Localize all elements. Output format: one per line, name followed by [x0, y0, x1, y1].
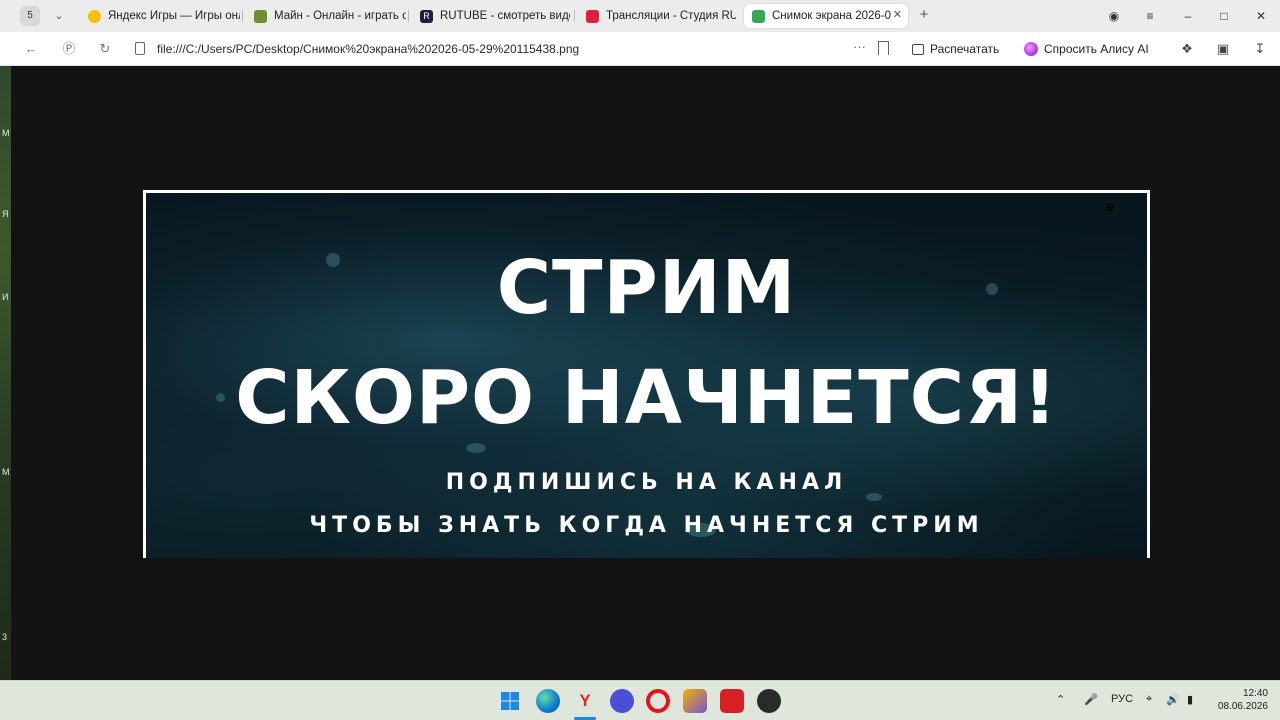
printer-icon [912, 43, 924, 55]
collections-icon[interactable]: ▣ [1212, 39, 1234, 59]
banner-title-line2: СКОРО НАЧНЕТСЯ! [235, 355, 1058, 441]
yandex-home-icon[interactable]: Ⓟ [58, 39, 80, 59]
banner-subtitle-line2: ЧТОБЫ ЗНАТЬ КОГДА НАЧНЕТСЯ СТРИМ [309, 513, 984, 538]
rutube-favicon-icon: R [420, 9, 433, 23]
taskbar: Y ⌃ 🎤 РУС ⌖ 🔊 ▮ 12:40 08.06.2026 [0, 680, 1280, 720]
tab-title: RUTUBE - смотреть виде [440, 10, 570, 22]
clock-time: 12:40 [1242, 688, 1268, 699]
reload-icon[interactable]: ↻ [94, 39, 116, 59]
desktop-edge-label: M [2, 128, 10, 138]
opera-icon[interactable] [646, 689, 670, 713]
yandex-games-favicon-icon [88, 9, 101, 23]
image-viewer: СТРИМ СКОРО НАЧНЕТСЯ! ПОДПИШИСЬ НА КАНАЛ… [11, 66, 1280, 680]
tab-rutube-studio[interactable]: Трансляции - Студия RUT [578, 4, 736, 28]
language-indicator[interactable]: РУС [1111, 693, 1133, 705]
toolbar: ← Ⓟ ↻ file:///C:/Users/PC/Desktop/Снимок… [0, 32, 1280, 66]
back-icon[interactable]: ← [20, 39, 42, 59]
yandex-browser-icon[interactable]: Y [573, 689, 597, 713]
game-icon[interactable] [683, 689, 707, 713]
ask-alice-button[interactable]: Спросить Алису AI [1018, 37, 1155, 61]
maximize-icon[interactable]: □ [1212, 6, 1236, 26]
chevron-up-icon[interactable]: ⌃ [1056, 693, 1065, 706]
minecraft-favicon-icon [254, 9, 267, 23]
tab-title: Снимок экрана 2026-0 [772, 10, 892, 22]
alice-label: Спросить Алису AI [1044, 42, 1149, 56]
tab-separator [574, 10, 575, 22]
tab-separator [408, 10, 409, 22]
address-url[interactable]: file:///C:/Users/PC/Desktop/Снимок%20экр… [157, 42, 579, 56]
tab-rutube[interactable]: R RUTUBE - смотреть виде [412, 4, 570, 28]
tab-title: Трансляции - Студия RUT [606, 10, 736, 22]
tab-title: Майн - Онлайн - играть о [274, 10, 406, 22]
stream-banner-image: СТРИМ СКОРО НАЧНЕТСЯ! ПОДПИШИСЬ НА КАНАЛ… [143, 190, 1150, 558]
image-file-favicon-icon [752, 9, 765, 23]
browser-window: 5 ⌄ Яндекс Игры — Игры онл Майн - Онлайн… [0, 0, 1280, 680]
wps-icon[interactable] [720, 689, 744, 713]
tab-separator [242, 10, 243, 22]
chevron-down-icon[interactable]: ⌄ [50, 6, 68, 26]
minimize-icon[interactable]: – [1176, 6, 1200, 26]
battery-icon[interactable]: ▮ [1187, 693, 1193, 706]
desktop-edge-label: M [2, 467, 10, 477]
app-icon[interactable] [610, 689, 634, 713]
wifi-icon[interactable]: ⌖ [1146, 693, 1152, 706]
tab-yandex-games[interactable]: Яндекс Игры — Игры онл [80, 4, 240, 28]
bookmark-icon[interactable] [878, 41, 889, 55]
print-button[interactable]: Распечатать [906, 37, 1005, 61]
downloads-icon[interactable]: ↧ [1249, 39, 1271, 59]
microphone-icon[interactable]: 🎤 [1084, 693, 1098, 706]
tab-bar: 5 ⌄ Яндекс Игры — Игры онл Майн - Онлайн… [0, 0, 1280, 32]
file-icon [135, 42, 145, 55]
tab-count-button[interactable]: 5 [20, 6, 40, 26]
address-bar[interactable]: file:///C:/Users/PC/Desktop/Снимок%20экр… [126, 36, 898, 62]
clock[interactable]: 12:40 08.06.2026 [1212, 687, 1268, 713]
clock-date: 08.06.2026 [1217, 701, 1268, 712]
desktop-edge-label: Я [2, 209, 9, 219]
close-tab-icon[interactable]: ✕ [893, 8, 902, 21]
tab-mine-online[interactable]: Майн - Онлайн - играть о [246, 4, 406, 28]
tab-screenshot[interactable]: Снимок экрана 2026-0 ✕ [744, 4, 908, 28]
more-icon[interactable]: ··· [853, 39, 866, 54]
browser-menu-icon[interactable]: ≡ [1138, 6, 1162, 26]
extensions-menu-icon[interactable]: ◉ [1102, 6, 1126, 26]
banner-title-line1: СТРИМ [496, 245, 797, 331]
desktop-background: M Я И M 3 [0, 64, 11, 680]
new-tab-button[interactable]: + [914, 6, 934, 26]
alice-icon [1024, 42, 1038, 56]
desktop-edge-label: И [2, 292, 9, 302]
volume-icon[interactable]: 🔊 [1166, 693, 1180, 706]
rutube-studio-favicon-icon [586, 9, 599, 23]
steam-icon[interactable] [757, 689, 781, 713]
edge-icon[interactable] [536, 689, 560, 713]
tab-title: Яндекс Игры — Игры онл [108, 10, 240, 22]
desktop-edge-label: 3 [2, 632, 8, 642]
extensions-icon[interactable]: ❖ [1176, 39, 1198, 59]
print-label: Распечатать [930, 42, 1000, 56]
banner-subtitle-line1: ПОДПИШИСЬ НА КАНАЛ [445, 470, 848, 495]
close-window-icon[interactable]: ✕ [1249, 6, 1273, 26]
windows-start-icon[interactable] [498, 689, 522, 713]
